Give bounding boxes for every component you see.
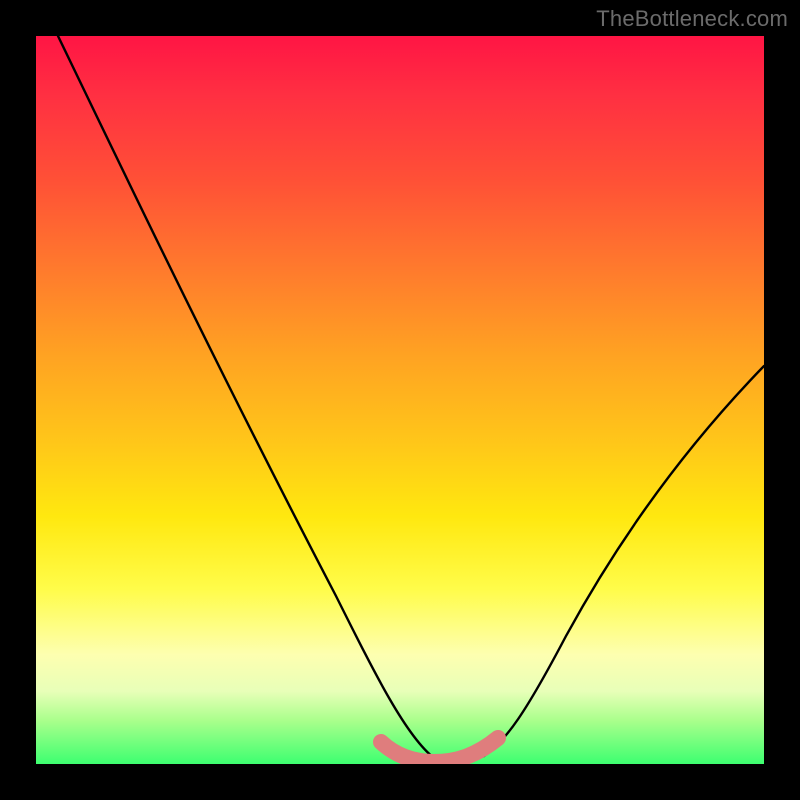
watermark-text: TheBottleneck.com [596,6,788,32]
chart-frame: TheBottleneck.com [0,0,800,800]
highlight-band [381,738,498,762]
plot-area [36,36,764,764]
bottleneck-curve [58,36,764,762]
curve-layer [36,36,764,764]
